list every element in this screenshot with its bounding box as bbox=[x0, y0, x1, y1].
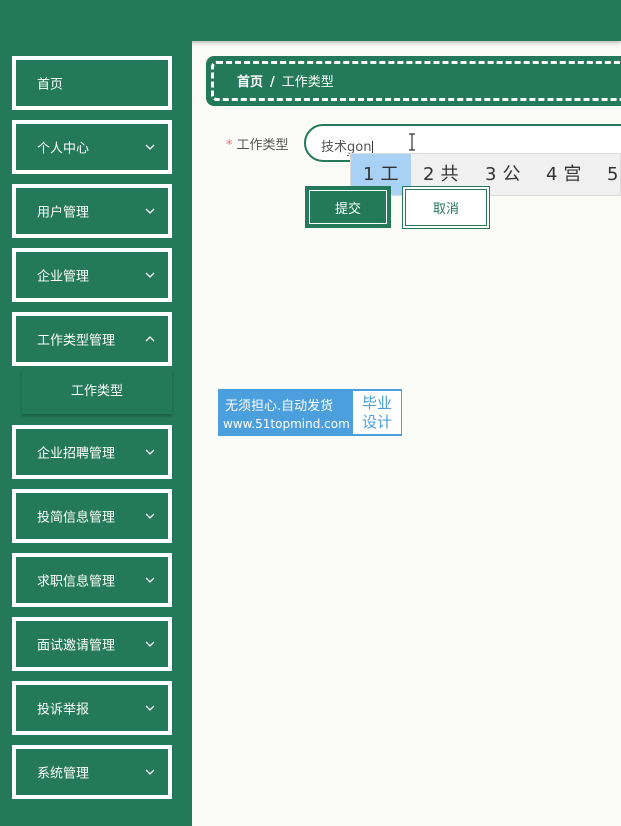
sidebar-item-label: 面试邀请管理 bbox=[37, 638, 116, 654]
breadcrumb-trail: 首页 / 工作类型 bbox=[237, 71, 334, 90]
sidebar-item-label: 系统管理 bbox=[37, 766, 90, 782]
ime-candidate-3[interactable]: 3公 bbox=[485, 154, 520, 195]
watermark-url: www.51topmind.com bbox=[223, 417, 350, 431]
submit-button-label: 提交 bbox=[309, 190, 387, 224]
required-mark: * bbox=[226, 138, 233, 153]
sidebar-item-recruitment-management[interactable]: 企业招聘管理 bbox=[12, 425, 172, 479]
watermark-slogan: 无须担心.自动发货 bbox=[225, 399, 334, 414]
input-committed-text: 技术 bbox=[321, 140, 348, 155]
breadcrumb-separator: / bbox=[270, 75, 275, 90]
chevron-up-icon bbox=[145, 336, 155, 342]
ime-candidate-4[interactable]: 4宫 bbox=[546, 154, 581, 195]
sidebar-item-resume-management[interactable]: 投简信息管理 bbox=[12, 489, 172, 543]
cancel-button-label: 取消 bbox=[405, 189, 487, 226]
sidebar-item-interview-management[interactable]: 面试邀请管理 bbox=[12, 617, 172, 671]
chevron-down-icon bbox=[145, 769, 155, 775]
text-cursor-icon bbox=[409, 133, 415, 151]
watermark-text-block: 无须担心.自动发货 www.51topmind.com bbox=[219, 390, 353, 435]
sidebar-item-home[interactable]: 首页 bbox=[12, 56, 172, 110]
sidebar-item-label: 企业招聘管理 bbox=[37, 446, 116, 462]
job-type-label-text: 工作类型 bbox=[236, 138, 289, 153]
sidebar-item-label: 个人中心 bbox=[37, 141, 90, 157]
watermark-badge-line1: 毕业 bbox=[361, 394, 392, 412]
ime-candidate-5[interactable]: 5 bbox=[607, 154, 621, 195]
sidebar-item-label: 工作类型管理 bbox=[37, 333, 116, 349]
sidebar-subitem-job-type[interactable]: 工作类型 bbox=[22, 369, 172, 414]
chevron-down-icon bbox=[145, 272, 155, 278]
watermark-badge: 毕业 设计 bbox=[353, 391, 401, 434]
cancel-button[interactable]: 取消 bbox=[402, 186, 490, 229]
top-navbar bbox=[0, 0, 621, 41]
sidebar-item-label: 投诉举报 bbox=[37, 702, 90, 718]
sidebar-item-label: 首页 bbox=[37, 77, 64, 93]
sidebar-item-user-management[interactable]: 用户管理 bbox=[12, 184, 172, 238]
chevron-down-icon bbox=[145, 513, 155, 519]
sidebar-item-complaints[interactable]: 投诉举报 bbox=[12, 681, 172, 735]
sidebar-item-company-management[interactable]: 企业管理 bbox=[12, 248, 172, 302]
sidebar-item-label: 投简信息管理 bbox=[37, 510, 116, 526]
chevron-down-icon bbox=[145, 641, 155, 647]
sidebar-item-job-type-management[interactable]: 工作类型管理 bbox=[12, 312, 172, 366]
breadcrumb: 首页 / 工作类型 bbox=[206, 56, 621, 106]
watermark-banner: 无须担心.自动发货 www.51topmind.com 毕业 设计 bbox=[218, 389, 402, 436]
submit-button[interactable]: 提交 bbox=[305, 186, 391, 228]
sidebar-item-job-seeking-management[interactable]: 求职信息管理 bbox=[12, 553, 172, 607]
sidebar-item-label: 用户管理 bbox=[37, 205, 90, 221]
breadcrumb-current: 工作类型 bbox=[281, 75, 334, 90]
sidebar-item-label: 求职信息管理 bbox=[37, 574, 116, 590]
sidebar-item-system-management[interactable]: 系统管理 bbox=[12, 745, 172, 799]
chevron-down-icon bbox=[145, 144, 155, 150]
sidebar-item-personal-center[interactable]: 个人中心 bbox=[12, 120, 172, 174]
sidebar-item-label: 企业管理 bbox=[37, 269, 90, 285]
breadcrumb-home-link[interactable]: 首页 bbox=[237, 75, 263, 90]
watermark-badge-line2: 设计 bbox=[361, 413, 392, 431]
chevron-down-icon bbox=[145, 705, 155, 711]
chevron-down-icon bbox=[145, 208, 155, 214]
chevron-down-icon bbox=[145, 577, 155, 583]
chevron-down-icon bbox=[145, 449, 155, 455]
job-type-field-label: * 工作类型 bbox=[226, 134, 289, 153]
sidebar: 首页 个人中心 用户管理 企业管理 工作类型管理 工作类型 企业招聘管理 投简信… bbox=[0, 41, 192, 826]
